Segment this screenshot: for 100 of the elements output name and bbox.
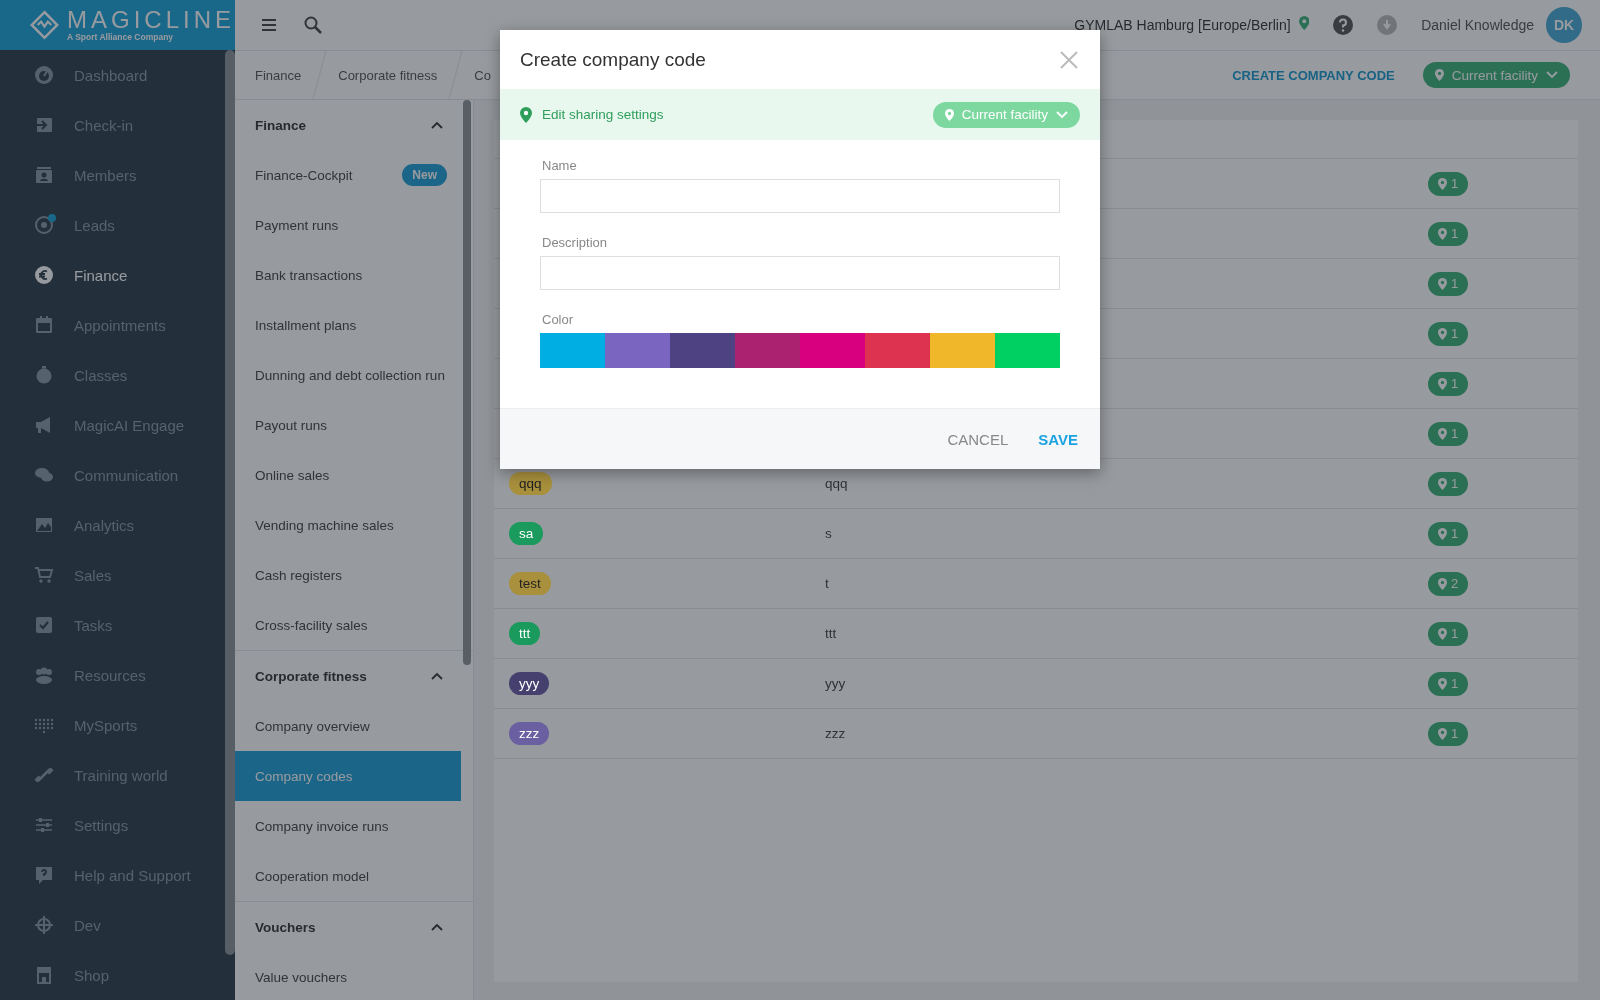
location-count: 1 bbox=[1428, 671, 1469, 696]
sharing-settings-link[interactable]: Edit sharing settings bbox=[542, 107, 923, 122]
pin-icon bbox=[1438, 627, 1447, 640]
submenu-item[interactable]: Vending machine sales bbox=[235, 500, 461, 550]
code-tag: sa bbox=[509, 522, 544, 545]
chevron-down-icon bbox=[1056, 110, 1068, 119]
submenu-item[interactable]: Cross-facility sales bbox=[235, 600, 461, 650]
pin-icon bbox=[1438, 227, 1447, 240]
pin-icon bbox=[1438, 477, 1447, 490]
user-avatar[interactable]: DK bbox=[1546, 7, 1582, 43]
location-count: 1 bbox=[1428, 521, 1469, 546]
color-swatch[interactable] bbox=[670, 333, 735, 368]
table-cell-text: ttt bbox=[825, 626, 838, 641]
color-swatch[interactable] bbox=[930, 333, 995, 368]
breadcrumb-item[interactable]: Corporate fitness bbox=[338, 67, 438, 83]
dialog-title: Create company code bbox=[520, 48, 706, 71]
color-swatch[interactable] bbox=[800, 333, 865, 368]
submenu-item[interactable]: Cash registers bbox=[235, 550, 461, 600]
pin-icon bbox=[1298, 16, 1310, 30]
pin-icon bbox=[520, 106, 532, 123]
sharing-scope-dropdown[interactable]: Current facility bbox=[932, 101, 1080, 128]
question-bubble-icon bbox=[34, 865, 54, 885]
scrollbar[interactable] bbox=[225, 50, 235, 955]
location-count: 1 bbox=[1428, 171, 1469, 196]
location-count: 1 bbox=[1428, 271, 1469, 296]
submenu-item[interactable]: Payout runs bbox=[235, 400, 461, 450]
pin-icon bbox=[1438, 677, 1447, 690]
logo-tagline: A Sport Alliance Company bbox=[66, 32, 175, 42]
code-tag: ttt bbox=[509, 622, 541, 645]
field-label: Name bbox=[542, 158, 578, 173]
sliders-icon bbox=[34, 815, 54, 835]
submenu-item[interactable]: Dunning and debt collection run bbox=[235, 350, 461, 400]
submenu-item[interactable]: Online sales bbox=[235, 450, 461, 500]
submenu-item[interactable]: Cooperation model bbox=[235, 851, 461, 901]
download-icon[interactable] bbox=[1377, 15, 1398, 35]
section-header[interactable]: Vouchers bbox=[235, 901, 473, 952]
table-cell-text: s bbox=[825, 526, 833, 541]
checkbox-icon bbox=[34, 615, 54, 635]
close-button[interactable] bbox=[1060, 50, 1078, 69]
target-icon bbox=[34, 215, 54, 235]
color-swatch[interactable] bbox=[540, 333, 605, 368]
help-icon[interactable] bbox=[1333, 15, 1354, 35]
pin-icon bbox=[1438, 327, 1447, 340]
facility-filter[interactable]: Current facility bbox=[1422, 62, 1570, 88]
pin-icon bbox=[1438, 427, 1447, 440]
location-count: 1 bbox=[1428, 621, 1469, 646]
cancel-button[interactable]: CANCEL bbox=[937, 422, 1019, 456]
pin-icon bbox=[944, 108, 954, 121]
code-tag: zzz bbox=[509, 722, 550, 745]
submenu-item[interactable]: Finance-Cockpit New bbox=[235, 150, 461, 200]
chart-image-icon bbox=[34, 515, 54, 535]
logo-name: MAGICLINE bbox=[66, 8, 235, 32]
breadcrumb-item[interactable]: Co bbox=[474, 67, 491, 83]
location-count: 1 bbox=[1428, 321, 1469, 346]
scrollbar[interactable] bbox=[463, 100, 471, 665]
color-swatch[interactable] bbox=[865, 333, 930, 368]
pin-icon bbox=[1438, 727, 1447, 740]
people-icon bbox=[34, 665, 54, 685]
id-card-icon bbox=[34, 165, 54, 185]
stopwatch-icon bbox=[34, 365, 54, 385]
submenu-item[interactable]: Bank transactions bbox=[235, 250, 461, 300]
color-swatch[interactable] bbox=[735, 333, 800, 368]
submenu-item[interactable]: Company codes bbox=[235, 751, 461, 801]
chevron-down-icon bbox=[1546, 71, 1558, 79]
submenu-item[interactable]: Installment plans bbox=[235, 300, 461, 350]
input-field[interactable] bbox=[540, 256, 1060, 290]
color-swatch[interactable] bbox=[995, 333, 1060, 368]
save-button[interactable]: SAVE bbox=[1028, 422, 1088, 456]
crosshair-icon bbox=[34, 915, 54, 935]
table-cell-text: zzz bbox=[825, 726, 847, 741]
submenu-item[interactable]: Payment runs bbox=[235, 200, 461, 250]
new-badge: New bbox=[402, 164, 447, 186]
input-field[interactable] bbox=[540, 179, 1060, 213]
section-title: Corporate fitness bbox=[255, 668, 367, 684]
table-cell-text: yyy bbox=[825, 676, 847, 691]
section-header[interactable]: Finance bbox=[235, 100, 473, 150]
location-count: 2 bbox=[1428, 571, 1469, 596]
euro-coin-icon bbox=[34, 265, 54, 285]
create-button[interactable]: CREATE COMPANY CODE bbox=[1226, 66, 1401, 84]
submenu-item[interactable]: Company overview bbox=[235, 701, 461, 751]
pin-icon bbox=[1434, 69, 1444, 81]
color-swatch[interactable] bbox=[605, 333, 670, 368]
location-count: 1 bbox=[1428, 721, 1469, 746]
submenu-item[interactable]: Value vouchers bbox=[235, 952, 461, 1000]
section-title: Vouchers bbox=[255, 919, 316, 935]
submenu-item[interactable]: Company invoice runs bbox=[235, 801, 461, 851]
code-tag: qqq bbox=[509, 472, 552, 495]
facility-name[interactable]: GYMLAB Hamburg [Europe/Berlin] bbox=[1074, 17, 1291, 33]
logo[interactable]: MAGICLINE A Sport Alliance Company bbox=[0, 0, 235, 50]
breadcrumb-item[interactable]: Finance bbox=[255, 67, 302, 83]
location-count: 1 bbox=[1428, 421, 1469, 446]
pin-icon bbox=[1438, 177, 1447, 190]
user-name[interactable]: Daniel Knowledge bbox=[1421, 17, 1534, 33]
chevron-up-icon bbox=[431, 121, 443, 129]
table-cell-text: t bbox=[825, 576, 830, 591]
gauge-icon bbox=[34, 65, 54, 85]
cart-icon bbox=[34, 565, 54, 585]
nav-item[interactable]: Finance bbox=[0, 250, 219, 300]
login-icon bbox=[34, 115, 54, 135]
pin-icon bbox=[1438, 377, 1447, 390]
